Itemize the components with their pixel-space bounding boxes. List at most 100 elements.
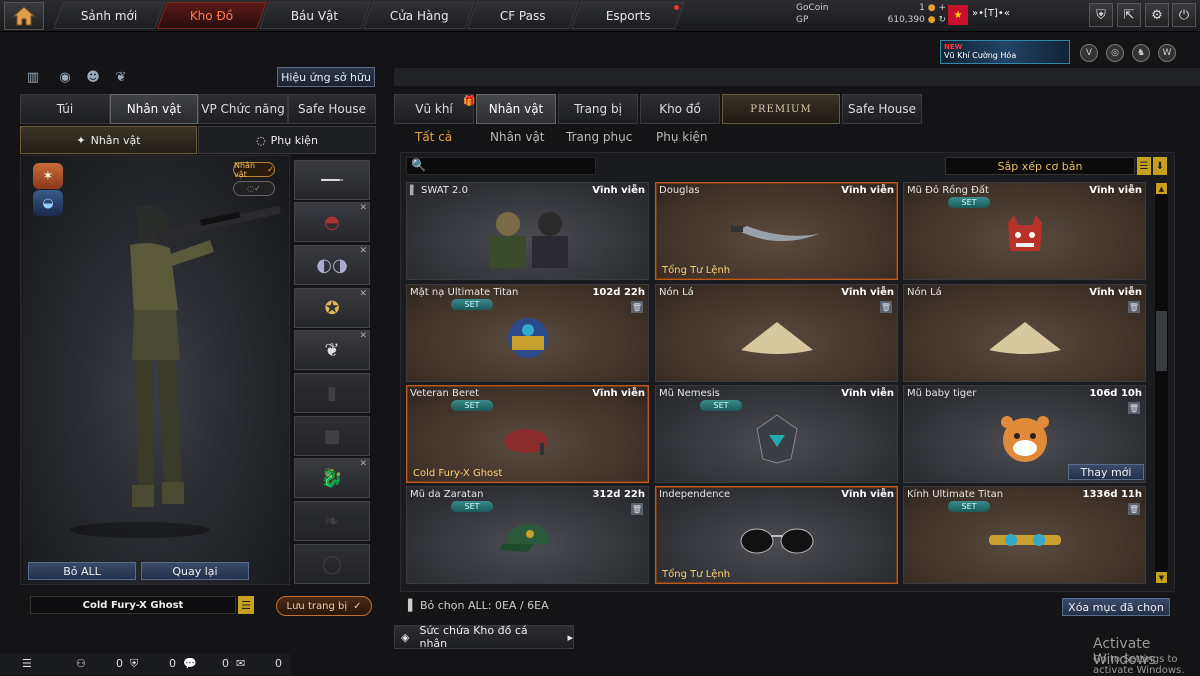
item-card-kinh-ultimate-titan[interactable]: Kính Ultimate Titan 1336d 11h SET 🗑 [903,486,1146,584]
nav-tab-cf-pass[interactable]: CF Pass [467,2,579,29]
clan-icon[interactable]: ⛨ [130,657,138,671]
character-tag[interactable]: Nhân vật ✓ [233,161,275,179]
sort-direction-button[interactable]: ⬇ [1153,157,1167,175]
scroll-down-icon[interactable]: ▼ [1156,572,1167,583]
search-input[interactable]: 🔍 [406,157,596,175]
rtab-safe-house[interactable]: Safe House [842,94,922,124]
item-card-swat[interactable]: ▌ SWAT 2.0 Vĩnh viễn [406,182,649,280]
subtab-phu-kien[interactable]: ◌ Phụ kiện [198,126,376,154]
rabbit-icon[interactable]: ❦ [112,68,130,86]
eye-icon[interactable]: ◉ [56,68,74,86]
gear-icon[interactable]: ⚙ [1145,3,1169,27]
item-card-mu-nemesis[interactable]: Mũ Nemesis Vĩnh viễn SET [655,385,898,483]
item-card-mu-do-rong-dat[interactable]: Mũ Đỏ Rồng Đất Vĩnh viễn SET [903,182,1146,280]
globe-icon[interactable]: ◎ [1106,44,1124,62]
vip-icon[interactable]: V [1080,44,1098,62]
slot-empty-vest[interactable]: ▮ [294,373,370,413]
clear-selected-button[interactable]: Xóa mục đã chọn [1062,598,1170,616]
item-card-mu-da-zaratan[interactable]: Mũ da Zaratan 312d 22h SET 🗑 [406,486,649,584]
mascot-icon[interactable]: ♞ [1132,44,1150,62]
remove-icon[interactable]: ✕ [359,459,367,469]
item-card-non-la-2[interactable]: Nón Lá Vĩnh viễn 🗑 [903,284,1146,382]
sort-menu-button[interactable]: ☰ [1137,157,1151,175]
power-icon[interactable]: ⏻ [1172,3,1196,27]
gift-icon: 🎁 [463,96,476,107]
slot-weapon[interactable]: ━━╾ [294,160,370,200]
exit-icon[interactable]: ⇱ [1117,3,1141,27]
rtab-premium[interactable]: PREMIUM [722,94,840,124]
subtab-nhan-vat[interactable]: ✦ Nhân vật [20,126,197,154]
slot-empty-lips[interactable]: ◯ [294,544,370,584]
tab-safe-house[interactable]: Safe House [288,94,376,124]
remove-icon[interactable]: ✕ [359,289,367,299]
item-card-mat-na-ultimate-titan[interactable]: Mặt nạ Ultimate Titan 102d 22h SET 🗑 [406,284,649,382]
user-icon[interactable]: ☻ [84,68,102,86]
rtab-nhan-vat[interactable]: Nhân vật [476,94,556,124]
ranking-icon[interactable]: ▥ [24,68,42,86]
slot-wings[interactable]: ❦ ✕ [294,330,370,370]
rtab-trang-bi[interactable]: Trang bị [558,94,638,124]
slot-pet[interactable]: 🐉 ✕ [294,458,370,498]
item-card-independence[interactable]: Independence Vĩnh viễn Tổng Tư Lệnh [655,486,898,584]
nav-tab-esports[interactable]: Esports [571,2,685,29]
tab-nhan-vat[interactable]: Nhân vật [110,94,198,124]
inventory-scrollbar[interactable]: ▲ ▼ [1155,183,1168,583]
mail-icon[interactable]: ✉ [236,657,245,670]
back-button[interactable]: Quay lại [141,562,249,580]
remove-icon[interactable]: ✕ [359,246,367,256]
rtab-kho-do[interactable]: Kho đồ [640,94,720,124]
storage-capacity-button[interactable]: ◈ Sức chứa Kho đồ cá nhân ▸ [394,624,574,650]
username: »•[T]•« [972,8,1010,19]
nav-tab-sanh-moi[interactable]: Sảnh mới [53,2,165,29]
shield-icon[interactable]: ⛨ [1089,3,1113,27]
lips-icon: ◯ [321,553,343,575]
refresh-icon[interactable]: ↻ [938,15,946,25]
filter-tat-ca[interactable]: Tất cả [415,130,452,144]
trash-icon[interactable]: 🗑 [1128,301,1140,313]
trash-icon[interactable]: 🗑 [1128,503,1140,515]
remove-all-button[interactable]: Bỏ ALL [28,562,136,580]
nav-tab-cua-hang[interactable]: Cửa Hàng [363,2,475,29]
ownership-effect-button[interactable]: Hiệu ứng sở hữu [277,67,375,87]
home-button[interactable] [4,2,44,30]
trash-icon[interactable]: 🗑 [1128,402,1140,414]
character-class-icon[interactable]: ✶ [33,163,63,189]
w-logo-icon[interactable]: W [1158,44,1176,62]
trash-icon[interactable]: 🗑 [631,301,643,313]
rtab-vu-khi[interactable]: Vũ khí 🎁 [394,94,476,124]
slot-medal[interactable]: ✪ ✕ [294,288,370,328]
sort-select[interactable]: Sắp xếp cơ bản [945,157,1135,175]
item-card-veteran-beret[interactable]: Veteran Beret Vĩnh viễn SET Cold Fury-X … [406,385,649,483]
hide-accessory-toggle[interactable]: ◌✓ [233,181,275,196]
replace-button[interactable]: Thay mới [1068,464,1144,480]
filter-trang-phuc[interactable]: Trang phục [566,130,632,144]
mask-icon[interactable]: ◒ [33,190,63,216]
promo-banner[interactable]: NEW Vũ Khí Cường Hóa [940,40,1070,64]
chat-icon[interactable]: 💬 [183,657,197,670]
item-card-douglas[interactable]: Douglas Vĩnh viễn Tổng Tư Lệnh [655,182,898,280]
loadout-menu-button[interactable]: ☰ [238,596,254,614]
scroll-thumb[interactable] [1156,311,1167,371]
add-coin-icon[interactable]: + [938,3,946,13]
slot-glasses[interactable]: ◐◑ ✕ [294,245,370,285]
remove-icon[interactable]: ✕ [359,203,367,213]
remove-icon[interactable]: ✕ [359,331,367,341]
filter-phu-kien[interactable]: Phụ kiện [656,130,708,144]
selection-count: ▌ Bỏ chọn ALL: 0EA / 6EA [408,599,549,612]
slot-beret[interactable]: ◓ ✕ [294,202,370,242]
trash-icon[interactable]: 🗑 [880,301,892,313]
party-icon[interactable]: ⚇ [76,657,86,670]
trash-icon[interactable]: 🗑 [631,503,643,515]
list-icon[interactable]: ☰ [22,657,32,670]
tab-vp-chuc-nang[interactable]: VP Chức năng [198,94,288,124]
filter-nhan-vat[interactable]: Nhân vật [490,130,545,144]
slot-empty-backpack[interactable]: ■ [294,416,370,456]
nav-tab-bau-vat[interactable]: Báu Vật [259,2,371,29]
scroll-up-icon[interactable]: ▲ [1156,183,1167,194]
item-card-non-la-1[interactable]: Nón Lá Vĩnh viễn 🗑 [655,284,898,382]
save-equipment-button[interactable]: Lưu trang bị ✓ [276,596,372,616]
dragon-icon: 🐉 [320,467,344,489]
slot-empty-spray[interactable]: ❧ [294,501,370,541]
nav-tab-kho-do[interactable]: Kho Đồ [157,2,267,29]
tab-tui[interactable]: Túi [20,94,110,124]
